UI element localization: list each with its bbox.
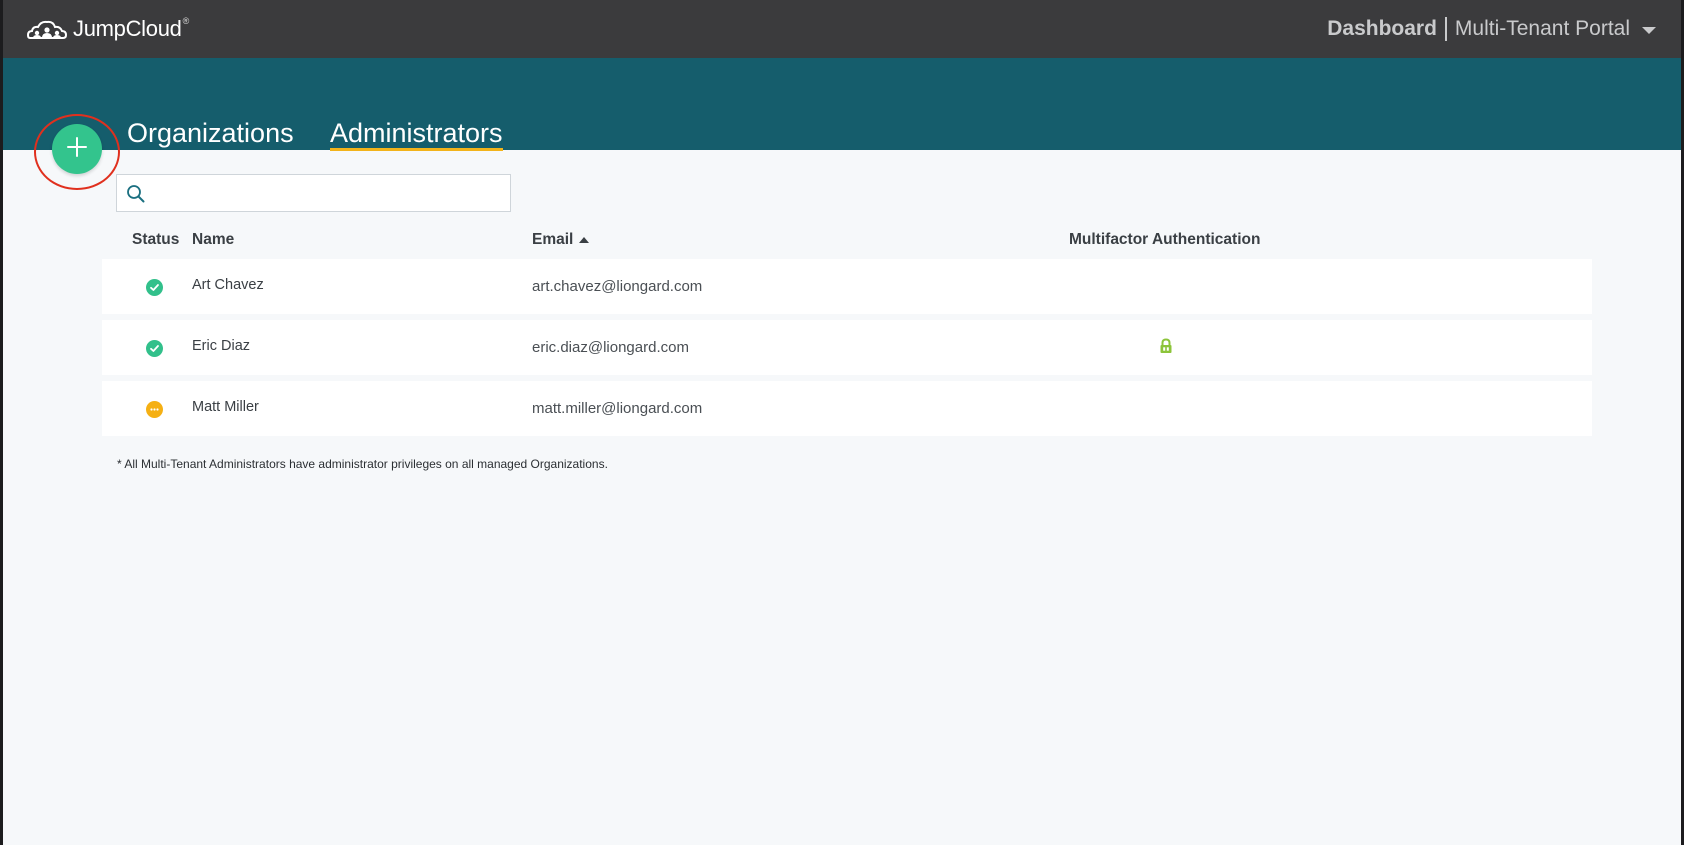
column-header-name[interactable]: Name — [192, 231, 234, 249]
row-name: Eric Diaz — [192, 338, 251, 354]
top-navigation: Dashboard Multi-Tenant Portal — [1327, 0, 1656, 58]
plus-icon — [66, 136, 88, 163]
row-name: Art Chavez — [192, 277, 264, 293]
header-band: Organizations Administrators — [0, 58, 1684, 151]
table-row[interactable]: Art Chavez art.chavez@liongard.com — [102, 259, 1592, 314]
sort-ascending-icon — [579, 237, 590, 243]
check-circle-icon — [146, 279, 163, 296]
active-tab-indicator — [330, 148, 503, 151]
column-header-email[interactable]: Email — [532, 231, 590, 249]
table-header: Status Name Email Multifactor Authentica… — [0, 231, 1684, 249]
search-icon — [126, 184, 145, 203]
search-box[interactable] — [116, 174, 511, 212]
row-email: matt.miller@liongard.com — [532, 400, 703, 417]
tab-organizations-label: Organizations — [127, 118, 294, 148]
nav-divider — [1444, 17, 1447, 41]
lock-icon — [1159, 338, 1173, 359]
window-frame-left — [0, 0, 3, 845]
tab-administrators-label: Administrators — [330, 118, 503, 148]
row-email: eric.diaz@liongard.com — [532, 339, 689, 356]
column-header-email-label: Email — [532, 231, 574, 248]
logo-text: JumpCloud® — [73, 16, 189, 41]
row-email: art.chavez@liongard.com — [532, 278, 703, 295]
column-header-mfa[interactable]: Multifactor Authentication — [1069, 231, 1260, 249]
add-administrator-button[interactable] — [52, 124, 102, 174]
caret-down-icon[interactable] — [1642, 26, 1656, 34]
portal-menu-label[interactable]: Multi-Tenant Portal — [1455, 17, 1630, 41]
tab-organizations[interactable]: Organizations — [127, 116, 294, 150]
search-input[interactable] — [153, 176, 510, 210]
column-header-status[interactable]: Status — [132, 231, 179, 249]
table-row[interactable]: Matt Miller matt.miller@liongard.com — [102, 381, 1592, 436]
top-bar: JumpCloud® Dashboard Multi-Tenant Portal — [0, 0, 1684, 58]
cloud-logo-icon — [27, 18, 67, 40]
ellipsis-circle-icon — [146, 401, 163, 418]
tab-administrators[interactable]: Administrators — [330, 116, 503, 151]
table-row[interactable]: Eric Diaz eric.diaz@liongard.com — [102, 320, 1592, 375]
row-name: Matt Miller — [192, 399, 259, 415]
jumpcloud-logo[interactable]: JumpCloud® — [27, 16, 189, 42]
nav-dashboard-link[interactable]: Dashboard — [1327, 17, 1437, 41]
footnote: * All Multi-Tenant Administrators have a… — [117, 457, 608, 471]
check-circle-icon — [146, 340, 163, 357]
